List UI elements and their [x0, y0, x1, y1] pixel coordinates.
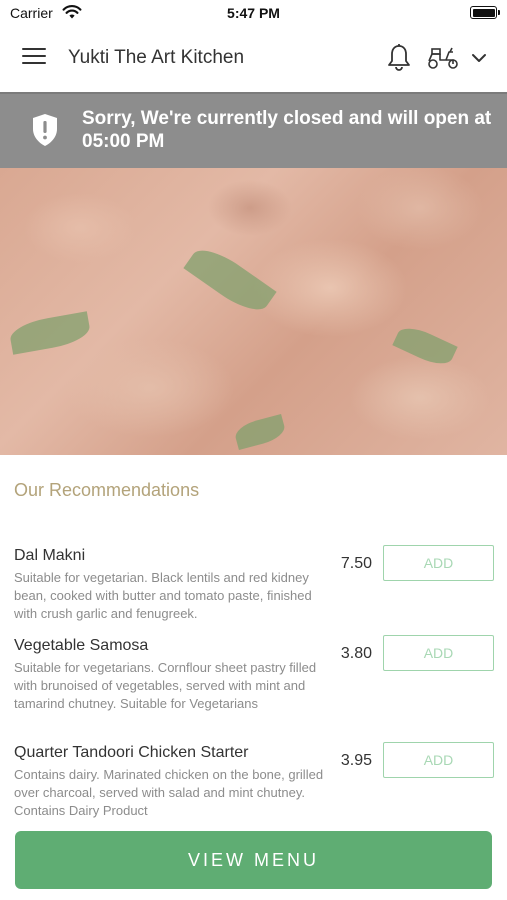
closed-message: Sorry, We're currently closed and will o…	[82, 108, 492, 152]
add-button[interactable]: ADD	[383, 742, 494, 778]
item-price: 7.50	[340, 555, 372, 572]
bell-icon[interactable]	[386, 43, 412, 73]
item-name: Quarter Tandoori Chicken Starter	[14, 744, 249, 761]
view-menu-button[interactable]: VIEW MENU	[15, 831, 492, 889]
status-time: 5:47 PM	[227, 5, 280, 21]
app-header: Yukti The Art Kitchen	[0, 28, 507, 92]
item-name: Vegetable Samosa	[14, 637, 149, 654]
item-price: 3.95	[340, 752, 372, 769]
status-bar: Carrier 5:47 PM	[0, 0, 507, 28]
add-button[interactable]: ADD	[383, 635, 494, 671]
battery-icon	[470, 6, 500, 19]
item-description: Suitable for vegetarians. Cornflour shee…	[14, 660, 317, 711]
recommendations-title: Our Recommendations	[14, 480, 200, 500]
item-name: Dal Makni	[14, 547, 86, 564]
hero-food-image	[0, 168, 507, 455]
item-description: Suitable for vegetarian. Black lentils a…	[14, 570, 312, 621]
hamburger-icon[interactable]	[22, 48, 46, 70]
add-button[interactable]: ADD	[383, 545, 494, 581]
closed-banner: Sorry, We're currently closed and will o…	[0, 92, 507, 168]
restaurant-name: Yukti The Art Kitchen	[68, 47, 245, 68]
chevron-down-icon[interactable]	[468, 48, 490, 68]
item-price: 3.80	[340, 645, 372, 662]
item-description: Contains dairy. Marinated chicken on the…	[14, 767, 324, 818]
shield-alert-icon	[30, 112, 60, 153]
scooter-icon[interactable]	[426, 45, 460, 71]
